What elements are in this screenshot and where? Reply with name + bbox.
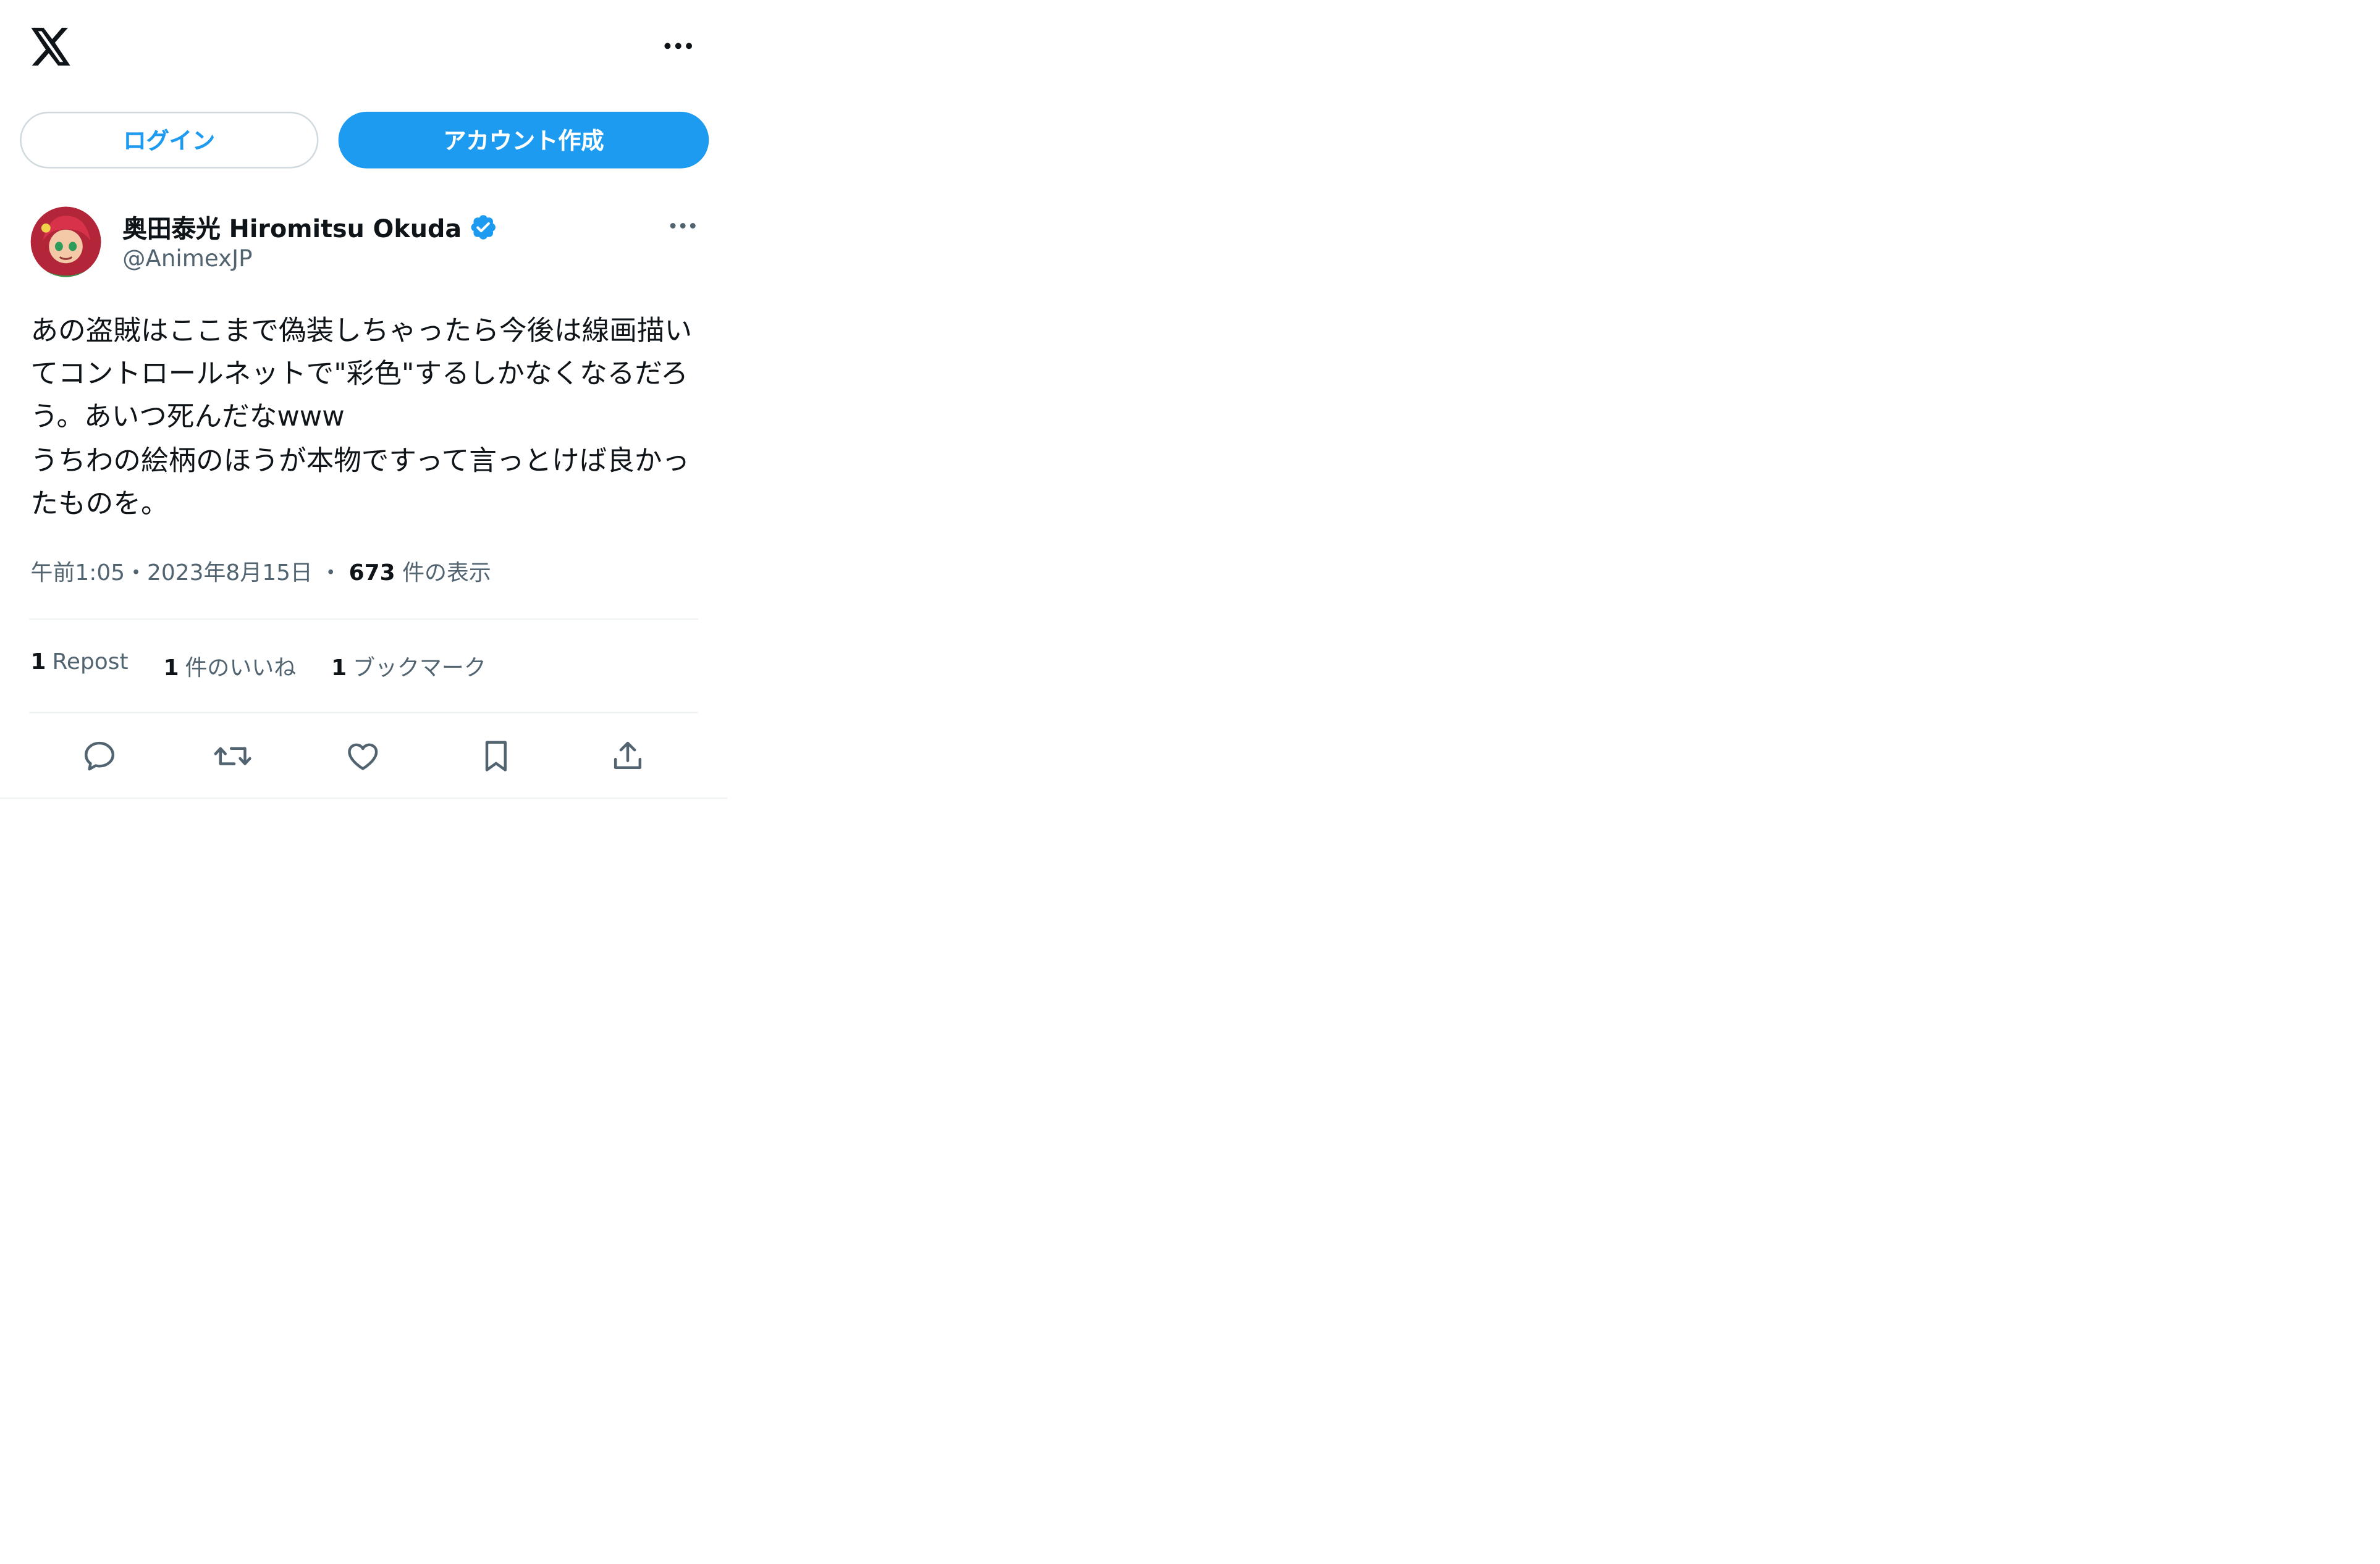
create-account-button-label: アカウント作成	[443, 127, 604, 155]
tweet-page: ログイン アカウント作成 奥田泰光 Hiromitsu Okuda @Anime…	[0, 0, 728, 804]
meta-separator: ・	[125, 561, 148, 587]
post-date[interactable]: 2023年8月15日	[147, 561, 313, 586]
likes-count: 1	[163, 657, 179, 681]
like-icon[interactable]	[335, 729, 390, 784]
post-time[interactable]: 午前1:05	[31, 561, 125, 586]
author-name-text: 奥田泰光 Hiromitsu Okuda	[122, 214, 462, 244]
create-account-button[interactable]: アカウント作成	[338, 111, 709, 169]
action-bar	[31, 729, 698, 784]
divider	[29, 712, 698, 713]
likes-label: 件のいいね	[185, 657, 297, 681]
post-text: あの盗賊はここまで偽装しちゃったら今後は線画描いてコントロールネットで"彩色"す…	[30, 315, 693, 521]
reposts-stat[interactable]: 1 Repost	[31, 650, 129, 683]
likes-stat[interactable]: 1 件のいいね	[164, 650, 297, 683]
more-horizontal-icon[interactable]	[659, 28, 698, 64]
verified-badge-icon[interactable]	[468, 212, 497, 241]
meta-separator: ・	[319, 561, 342, 587]
views-label: 件の表示	[402, 561, 491, 587]
top-bar	[0, 0, 727, 92]
x-logo-icon[interactable]	[29, 25, 72, 67]
bookmark-icon[interactable]	[468, 729, 523, 784]
author-handle[interactable]: @AnimexJP	[122, 245, 252, 272]
reply-icon[interactable]	[72, 729, 127, 784]
bookmarks-count: 1	[331, 657, 347, 681]
post-meta: 午前1:05・2023年8月15日 ・ 673 件の表示	[31, 556, 491, 588]
avatar[interactable]	[30, 206, 101, 277]
author-name[interactable]: 奥田泰光 Hiromitsu Okuda	[122, 208, 497, 245]
bookmarks-stat[interactable]: 1 ブックマーク	[331, 650, 486, 683]
share-icon[interactable]	[600, 729, 655, 784]
repost-icon[interactable]	[205, 729, 260, 784]
engagement-stats: 1 Repost 1 件のいいね 1 ブックマーク	[31, 650, 486, 683]
bottom-divider	[0, 797, 728, 799]
divider	[29, 618, 698, 620]
reposts-count: 1	[30, 650, 46, 675]
reposts-label: Repost	[52, 650, 129, 675]
post-more-icon[interactable]	[664, 208, 701, 242]
views-count: 673	[348, 561, 395, 587]
login-button[interactable]: ログイン	[20, 111, 319, 169]
login-button-label: ログイン	[123, 127, 216, 155]
bookmarks-label: ブックマーク	[353, 657, 486, 681]
